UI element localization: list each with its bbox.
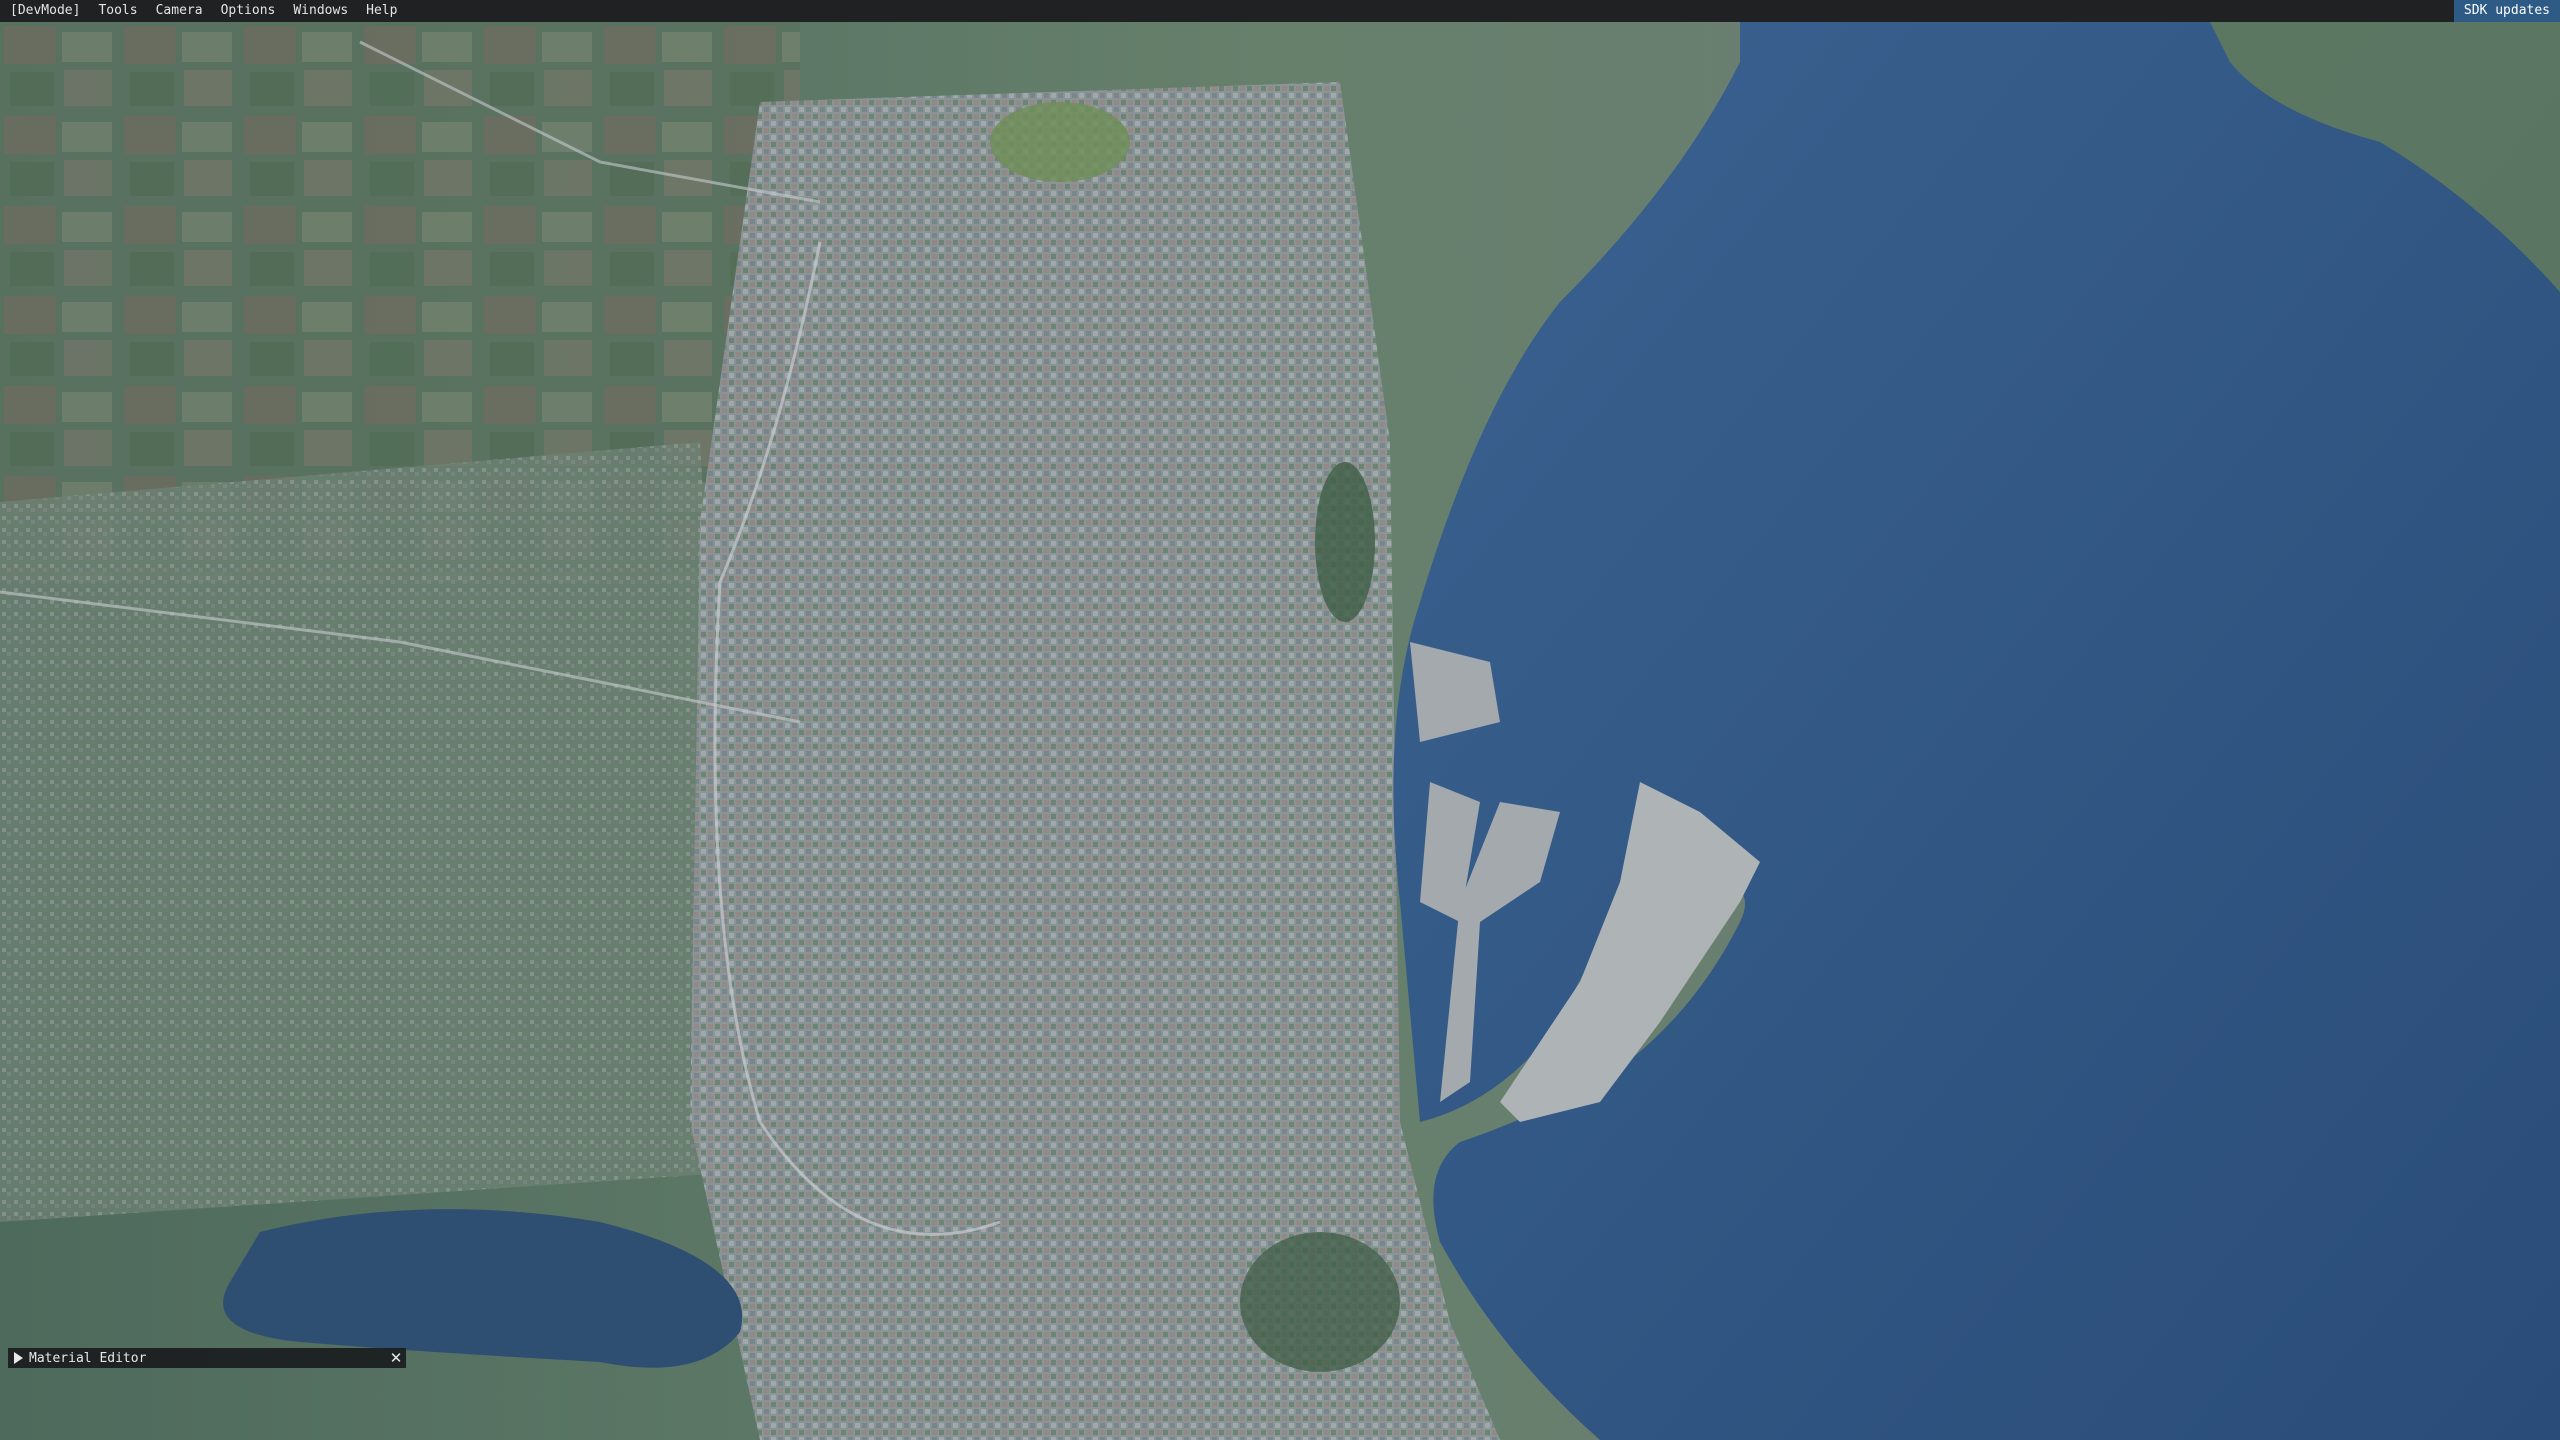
aerial-map xyxy=(0,22,2560,1440)
park-area xyxy=(990,102,1130,182)
suburb-area xyxy=(0,442,740,1222)
map-viewport[interactable] xyxy=(0,22,2560,1440)
close-icon[interactable]: ✕ xyxy=(386,1348,406,1368)
menu-bar: [DevMode] Tools Camera Options Windows H… xyxy=(0,0,2560,22)
menu-tools[interactable]: Tools xyxy=(89,0,146,22)
menu-camera[interactable]: Camera xyxy=(147,0,212,22)
menu-options[interactable]: Options xyxy=(212,0,285,22)
menu-windows[interactable]: Windows xyxy=(284,0,357,22)
menu-help[interactable]: Help xyxy=(357,0,406,22)
panel-title: Material Editor xyxy=(29,1350,147,1366)
triangle-right-icon[interactable] xyxy=(14,1352,23,1364)
menu-devmode[interactable]: [DevMode] xyxy=(0,0,89,22)
sdk-updates-button[interactable]: SDK updates xyxy=(2453,0,2560,22)
forest-area-south xyxy=(1240,1232,1400,1372)
forest-area xyxy=(1315,462,1375,622)
material-editor-panel[interactable]: Material Editor ✕ xyxy=(8,1348,406,1368)
